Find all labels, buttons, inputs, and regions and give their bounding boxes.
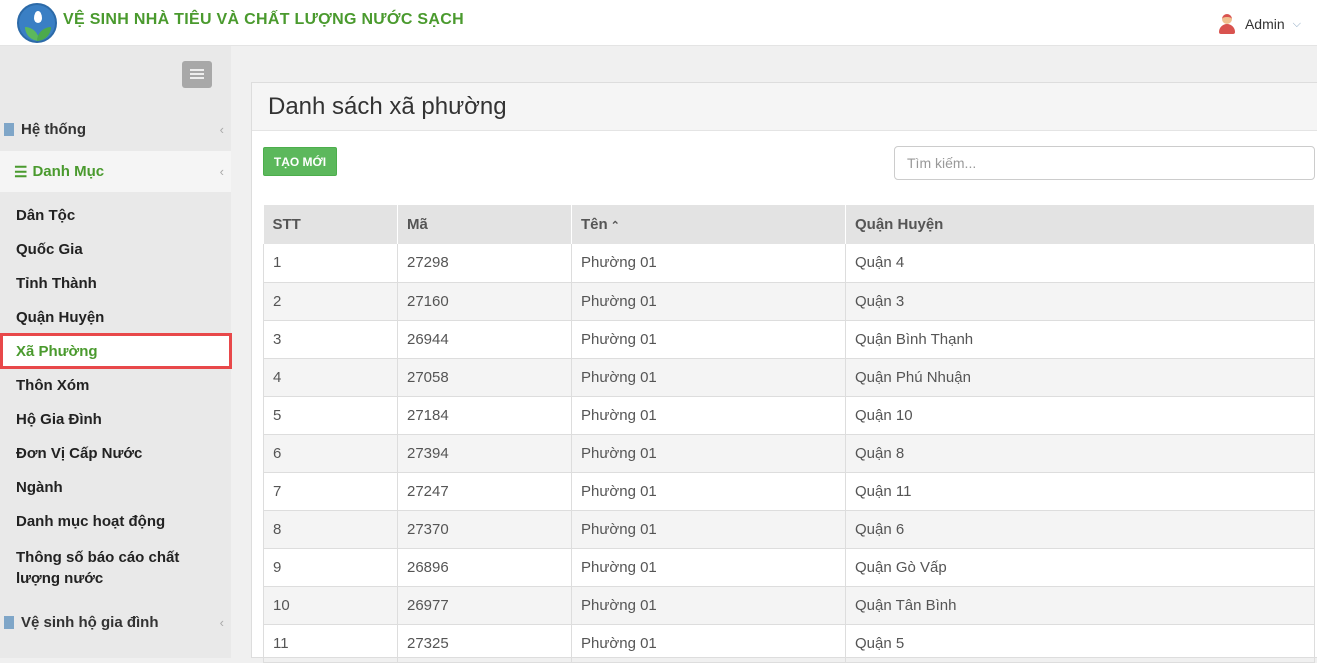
table-cell: 27325 (397, 624, 572, 663)
logo-icon[interactable] (17, 3, 57, 43)
table-cell: 10 (263, 586, 398, 625)
column-header-ten[interactable]: Tên ⌃ (571, 205, 846, 244)
table-cell: 1 (263, 244, 398, 283)
table-cell: Quận 8 (845, 434, 1315, 473)
table-cell: Quận 10 (845, 396, 1315, 435)
table-cell: 5 (263, 396, 398, 435)
top-bar: VỆ SINH NHÀ TIÊU VÀ CHẤT LƯỢNG NƯỚC SẠCH… (0, 0, 1317, 46)
table-cell: Phường 01 (571, 472, 846, 511)
table-cell: Quận Bình Thạnh (845, 320, 1315, 359)
chevron-left-icon: ‹ (219, 121, 224, 137)
column-header-quan-huyen[interactable]: Quận Huyện (845, 205, 1315, 244)
table-cell: 27184 (397, 396, 572, 435)
table-cell: Quận Phú Nhuận (845, 358, 1315, 397)
sidebar-section-ve-sinh-ho-gia-dinh[interactable]: Vệ sinh hộ gia đình ‹ (0, 602, 231, 642)
sidebar-item-thong-so-bao-cao[interactable]: Thông số báo cáo chất lượng nước (16, 547, 196, 589)
sort-ascending-icon: ⌃ (610, 220, 620, 232)
table-cell: 27394 (397, 434, 572, 473)
search-input[interactable] (894, 146, 1315, 180)
column-header-label: Tên (581, 216, 608, 233)
table-cell: Quận 4 (845, 244, 1315, 283)
table-cell: 27298 (397, 244, 572, 283)
table-cell: 8 (263, 510, 398, 549)
table-cell: Phường 01 (571, 282, 846, 321)
table-row[interactable]: 1 27298 Phường 01 Quận 4 (263, 244, 1315, 283)
chevron-left-icon: ‹ (219, 614, 224, 630)
table-cell: 11 (263, 624, 398, 663)
table-row[interactable]: 11 27325 Phường 01 Quận 5 (263, 624, 1315, 663)
sidebar-item-quoc-gia[interactable]: Quốc Gia (16, 241, 83, 258)
sidebar-item-quan-huyen[interactable]: Quận Huyện (16, 309, 104, 326)
sidebar-section-danh-muc[interactable]: ☰ Danh Mục ‹ (0, 151, 231, 192)
user-menu[interactable]: Admin ⌵ (1217, 13, 1301, 35)
file-icon (4, 122, 14, 136)
sidebar-section-label: Vệ sinh hộ gia đình (21, 613, 159, 631)
chevron-left-icon: ‹ (219, 164, 224, 179)
file-icon (4, 615, 14, 629)
sidebar-item-dan-toc[interactable]: Dân Tộc (16, 207, 75, 224)
table-cell: Phường 01 (571, 586, 846, 625)
sidebar-section-he-thong[interactable]: Hệ thống ‹ (0, 109, 231, 149)
column-header-stt[interactable]: STT (263, 205, 398, 244)
table-cell: Quận 3 (845, 282, 1315, 321)
column-header-ma[interactable]: Mã (397, 205, 572, 244)
chevron-down-icon: ⌵ (1292, 17, 1301, 30)
table-cell: Phường 01 (571, 396, 846, 435)
table-cell: 3 (263, 320, 398, 359)
app-title: VỆ SINH NHÀ TIÊU VÀ CHẤT LƯỢNG NƯỚC SẠCH (63, 11, 464, 28)
table-cell: 4 (263, 358, 398, 397)
table-cell: Phường 01 (571, 434, 846, 473)
sidebar-item-nganh[interactable]: Ngành (16, 479, 63, 496)
table-cell: Phường 01 (571, 624, 846, 663)
table-cell: Quận 11 (845, 472, 1315, 511)
sidebar-item-xa-phuong[interactable]: Xã Phường (0, 333, 232, 369)
table-cell: Phường 01 (571, 320, 846, 359)
table-row[interactable]: 9 26896 Phường 01 Quận Gò Vấp (263, 548, 1315, 587)
table-cell: Phường 01 (571, 244, 846, 283)
table-row[interactable]: 8 27370 Phường 01 Quận 6 (263, 510, 1315, 549)
table-row[interactable]: 7 27247 Phường 01 Quận 11 (263, 472, 1315, 511)
table-cell: 27370 (397, 510, 572, 549)
table-cell: Quận Gò Vấp (845, 548, 1315, 587)
table-cell: Quận 6 (845, 510, 1315, 549)
table-cell: 7 (263, 472, 398, 511)
table-row[interactable]: 2 27160 Phường 01 Quận 3 (263, 282, 1315, 321)
table-row[interactable]: 10 26977 Phường 01 Quận Tân Bình (263, 586, 1315, 625)
ward-table: STT Mã Tên ⌃ Quận Huyện 1 27298 Phường 01 Qu… (263, 205, 1315, 663)
sidebar: Hệ thống ‹ ☰ Danh Mục ‹ Dân Tộc Quốc Gia… (0, 46, 232, 658)
table-cell: 26977 (397, 586, 572, 625)
page-title: Danh sách xã phường (268, 93, 507, 120)
sidebar-item-danh-muc-hoat-dong[interactable]: Danh mục hoạt động (16, 513, 165, 530)
sidebar-item-thon-xom[interactable]: Thôn Xóm (16, 377, 89, 394)
table-cell: Phường 01 (571, 510, 846, 549)
table-row[interactable]: 3 26944 Phường 01 Quận Bình Thạnh (263, 320, 1315, 359)
table-cell: 26896 (397, 548, 572, 587)
table-row[interactable]: 6 27394 Phường 01 Quận 8 (263, 434, 1315, 473)
table-cell: 27160 (397, 282, 572, 321)
sidebar-toggle-button[interactable] (182, 61, 212, 88)
table-cell: 26944 (397, 320, 572, 359)
main-panel: Danh sách xã phường TẠO MỚI STT Mã Tên⌃ … (251, 82, 1317, 663)
table-cell: 27058 (397, 358, 572, 397)
table-row[interactable]: 4 27058 Phường 01 Quận Phú Nhuận (263, 358, 1315, 397)
table-cell: Phường 01 (571, 548, 846, 587)
table-cell: Phường 01 (571, 358, 846, 397)
table-cell: Quận 5 (845, 624, 1315, 663)
table-cell: Quận Tân Bình (845, 586, 1315, 625)
sidebar-item-tinh-thanh[interactable]: Tỉnh Thành (16, 275, 97, 292)
table-cell: 2 (263, 282, 398, 321)
user-name: Admin (1244, 16, 1285, 32)
sidebar-section-label: Hệ thống (21, 120, 86, 138)
sidebar-section-label: Danh Mục (32, 163, 105, 180)
table-cell: 9 (263, 548, 398, 587)
table-row[interactable]: 5 27184 Phường 01 Quận 10 (263, 396, 1315, 435)
create-new-button[interactable]: TẠO MỚI (263, 147, 337, 176)
table-cell: 27247 (397, 472, 572, 511)
sidebar-item-don-vi-cap-nuoc[interactable]: Đơn Vị Cấp Nước (16, 445, 142, 462)
list-icon: ☰ (14, 163, 28, 181)
table-cell: 6 (263, 434, 398, 473)
sidebar-item-ho-gia-dinh[interactable]: Hộ Gia Đình (16, 411, 102, 428)
user-avatar-icon (1217, 13, 1237, 35)
